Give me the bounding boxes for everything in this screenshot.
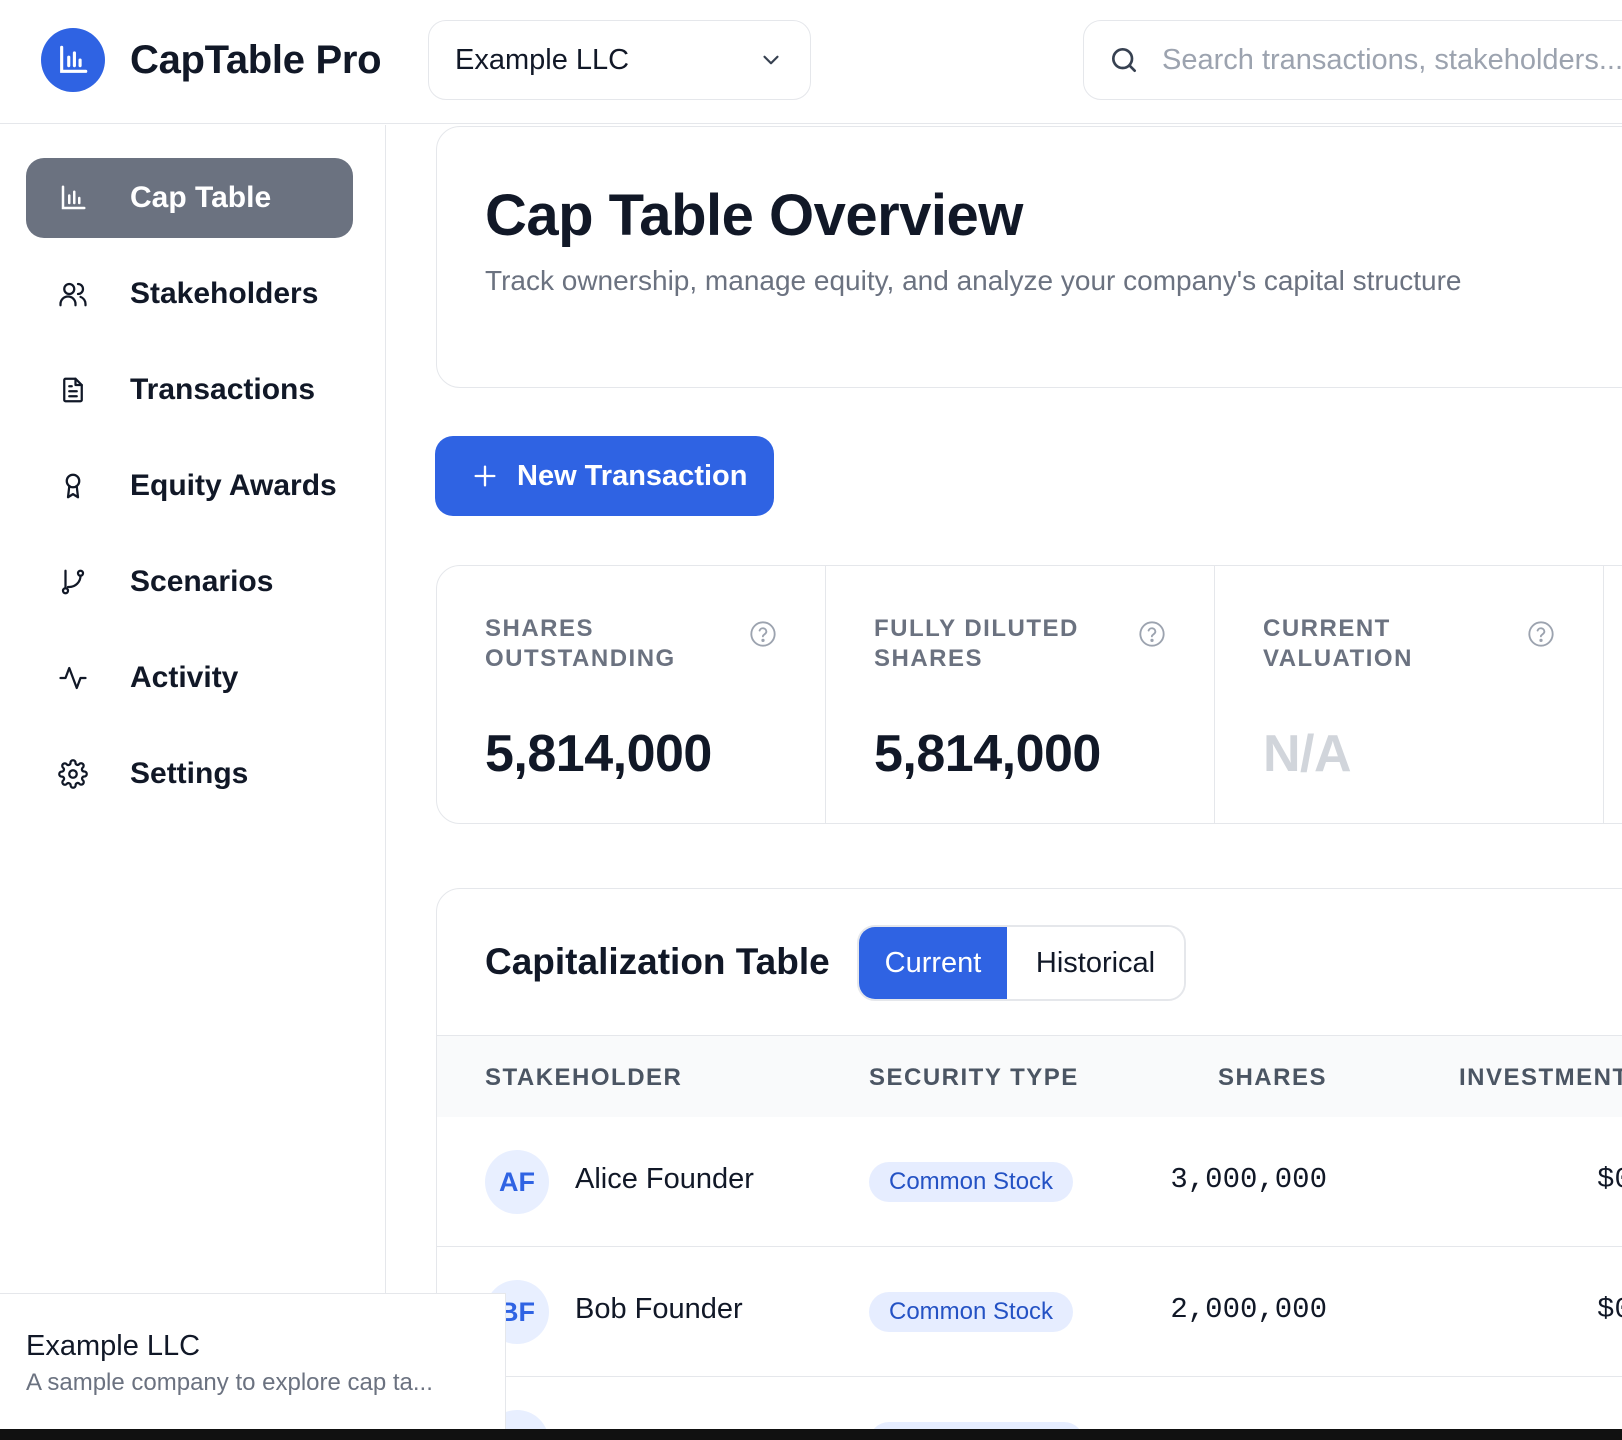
sidebar-item-label: Equity Awards (130, 469, 337, 502)
column-header-stakeholder[interactable]: STAKEHOLDER (485, 1064, 682, 1092)
tab-historical[interactable]: Historical (1007, 927, 1184, 999)
users-icon (56, 277, 90, 311)
stat-label: CURRENT VALUATION (1263, 615, 1413, 672)
company-info-card[interactable]: Example LLC A sample company to explore … (0, 1293, 506, 1440)
company-description: A sample company to explore cap ta... (26, 1369, 433, 1396)
search-icon (1112, 48, 1136, 72)
view-toggle: Current Historical (857, 925, 1186, 1001)
sidebar-item-scenarios[interactable]: Scenarios (26, 542, 353, 622)
sidebar-item-label: Scenarios (130, 565, 274, 598)
sidebar-item-label: Transactions (130, 373, 316, 406)
plus-icon (474, 465, 496, 487)
company-selector-value: Example LLC (455, 43, 630, 76)
company-selector[interactable]: Example LLC (428, 20, 811, 100)
column-header-security-type[interactable]: SECURITY TYPE (869, 1064, 1079, 1092)
company-name: Example LLC (26, 1330, 201, 1362)
app-header: CapTable Pro Example LLC (0, 0, 1622, 124)
award-icon (56, 469, 90, 503)
table-row[interactable]: AF Alice Founder Common Stock 3,000,000 … (437, 1117, 1622, 1247)
stat-fully-diluted-shares: FULLY DILUTED SHARES 5,814,000 (826, 566, 1215, 823)
tab-current[interactable]: Current (859, 927, 1007, 999)
stat-shares-outstanding: SHARES OUTSTANDING 5,814,000 (437, 566, 826, 823)
bar-chart-icon (60, 45, 88, 73)
search-box[interactable] (1083, 20, 1622, 100)
stakeholder-name: Alice Founder (575, 1163, 754, 1195)
search-input[interactable] (1162, 43, 1622, 77)
table-header: STAKEHOLDER SECURITY TYPE SHARES INVESTM… (437, 1035, 1622, 1117)
column-header-shares[interactable]: SHARES (1218, 1064, 1327, 1092)
new-transaction-button[interactable]: New Transaction (435, 436, 774, 516)
avatar: AF (485, 1150, 549, 1214)
help-icon[interactable] (1527, 620, 1555, 648)
window-bottom-edge (0, 1429, 1622, 1440)
new-transaction-label: New Transaction (517, 459, 748, 492)
document-icon (56, 373, 90, 407)
column-header-investment[interactable]: INVESTMENT (1459, 1064, 1622, 1092)
page-subtitle: Track ownership, manage equity, and anal… (485, 265, 1462, 296)
stat-value: N/A (1263, 725, 1352, 783)
help-icon[interactable] (749, 620, 777, 648)
stat-value: 5,814,000 (485, 725, 712, 783)
sidebar-item-label: Stakeholders (130, 277, 319, 310)
sidebar-item-label: Settings (130, 757, 249, 790)
cap-table-title: Capitalization Table (485, 941, 830, 982)
table-row[interactable]: BF Bob Founder Common Stock 2,000,000 $0 (437, 1247, 1622, 1377)
sidebar: Cap Table Stakeholders Transactions Equi… (0, 125, 386, 1440)
shares-value: 3,000,000 (1170, 1163, 1327, 1196)
app-logo[interactable] (41, 28, 105, 92)
security-type-badge: Common Stock (869, 1292, 1074, 1332)
overview-card: Cap Table Overview Track ownership, mana… (436, 126, 1622, 388)
sidebar-item-stakeholders[interactable]: Stakeholders (26, 254, 353, 334)
gear-icon (56, 757, 90, 791)
shares-value: 2,000,000 (1170, 1293, 1327, 1326)
stat-current-valuation: CURRENT VALUATION N/A (1215, 566, 1604, 823)
activity-icon (56, 661, 90, 695)
stakeholder-name: Bob Founder (575, 1293, 743, 1325)
stats-panel: SHARES OUTSTANDING 5,814,000 FULLY DILUT… (436, 565, 1622, 824)
sidebar-item-settings[interactable]: Settings (26, 734, 353, 814)
page-title: Cap Table Overview (485, 183, 1023, 248)
sidebar-item-activity[interactable]: Activity (26, 638, 353, 718)
sidebar-item-label: Cap Table (130, 181, 272, 214)
sidebar-item-cap-table[interactable]: Cap Table (26, 158, 353, 238)
brand-name: CapTable Pro (130, 38, 382, 82)
help-icon[interactable] (1138, 620, 1166, 648)
sidebar-item-label: Activity (130, 661, 239, 694)
investment-value: $0 (1597, 1293, 1622, 1326)
stat-label: FULLY DILUTED SHARES (874, 615, 1079, 672)
investment-value: $0 (1597, 1163, 1622, 1196)
sidebar-item-equity-awards[interactable]: Equity Awards (26, 446, 353, 526)
stat-value: 5,814,000 (874, 725, 1101, 783)
chevron-down-icon (763, 55, 779, 65)
stat-label: SHARES OUTSTANDING (485, 615, 676, 672)
bar-chart-icon (56, 181, 90, 215)
sidebar-item-transactions[interactable]: Transactions (26, 350, 353, 430)
git-branch-icon (56, 565, 90, 599)
cap-table-card: Capitalization Table Current Historical … (436, 888, 1622, 1440)
security-type-badge: Common Stock (869, 1162, 1074, 1202)
